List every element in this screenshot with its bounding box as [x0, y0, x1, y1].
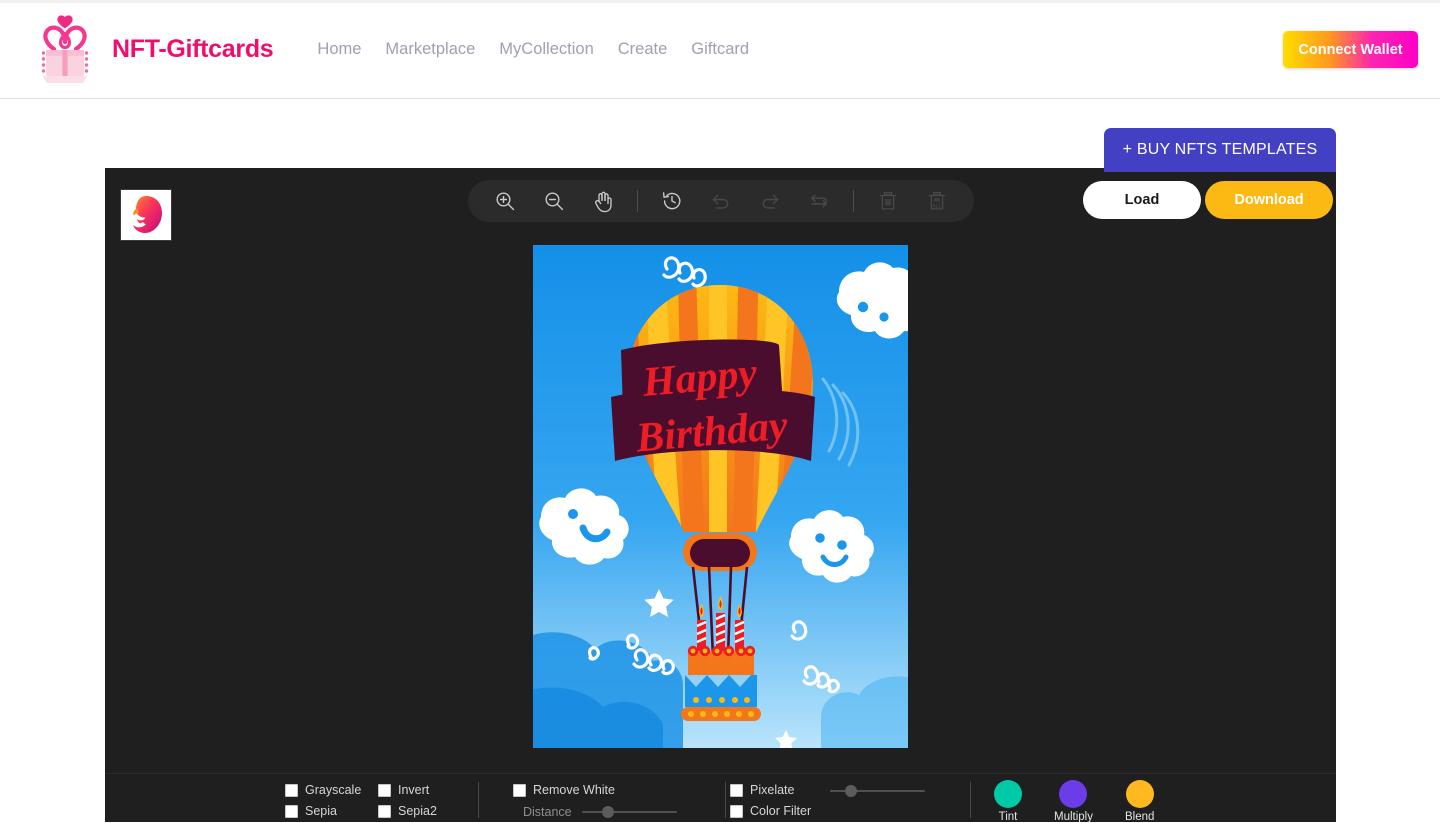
zoom-out-icon[interactable] [539, 186, 569, 216]
color-filter-label: Color Filter [750, 804, 812, 818]
basic-filters-group: Grayscale Sepia Invert Sepia2 [105, 774, 479, 823]
blend-mode-multiply[interactable]: Multiply [1054, 780, 1093, 823]
tint-label: Tint [998, 811, 1018, 823]
toolbar-separator-2 [853, 190, 854, 212]
blend-label: Blend [1124, 811, 1155, 823]
nav-item-mycollection[interactable]: MyCollection [499, 40, 593, 59]
remove-white-label: Remove White [533, 783, 615, 797]
filter-remove-white[interactable]: Remove White [513, 783, 615, 797]
trash-all-icon: ALL [922, 186, 952, 216]
filter-sepia2[interactable]: Sepia2 [378, 804, 437, 818]
toolbar-separator-1 [637, 190, 638, 212]
filter-color[interactable]: Color Filter [730, 804, 811, 818]
multiply-label: Multiply [1054, 811, 1093, 823]
invert-label: Invert [398, 783, 430, 797]
filter-pixelate[interactable]: Pixelate [730, 783, 794, 797]
header-top-line [0, 0, 1440, 3]
reload-swap-icon [804, 186, 834, 216]
distance-label: Distance [523, 805, 572, 819]
pan-hand-icon[interactable] [588, 186, 618, 216]
filter-sepia[interactable]: Sepia [285, 804, 337, 818]
svg-text:ALL: ALL [932, 204, 942, 210]
editor-toolbar: ALL [468, 180, 974, 222]
blend-mode-group: Tint Multiply Blend [994, 780, 1154, 823]
tint-color-swatch[interactable] [994, 780, 1022, 808]
artwork-canvas[interactable]: Happy Birthday [533, 245, 908, 748]
filter-invert[interactable]: Invert [378, 783, 429, 797]
controls-divider-3 [970, 782, 971, 818]
multiply-color-swatch[interactable] [1059, 780, 1088, 808]
pixelate-slider[interactable] [830, 784, 925, 798]
gift-box-heart-icon [34, 12, 96, 86]
buy-nfts-templates-button[interactable]: + BUY NFTS TEMPLATES [1104, 128, 1336, 172]
trash-icon [873, 186, 903, 216]
sepia2-label: Sepia2 [398, 804, 437, 818]
image-editor-panel: ALL Load Download Happy Birthday Graysca… [105, 168, 1336, 823]
nav-item-home[interactable]: Home [317, 40, 361, 59]
blend-color-swatch[interactable] [1125, 780, 1154, 808]
brand[interactable]: NFT-Giftcards [34, 12, 274, 86]
brand-name: NFT-Giftcards [112, 34, 274, 63]
pixelate-checkbox[interactable] [730, 783, 743, 797]
sepia2-checkbox[interactable] [378, 804, 391, 818]
pixelate-control [830, 784, 925, 798]
grayscale-checkbox[interactable] [285, 783, 298, 797]
pixelate-group: Pixelate Color Filter [725, 774, 990, 823]
undo-icon [706, 186, 736, 216]
redo-icon [755, 186, 785, 216]
site-header: NFT-Giftcards Home Marketplace MyCollect… [0, 0, 1440, 99]
remove-white-group: Remove White Distance [495, 774, 726, 823]
invert-checkbox[interactable] [378, 783, 391, 797]
remove-white-checkbox[interactable] [513, 783, 526, 797]
connect-wallet-button[interactable]: Connect Wallet [1283, 31, 1418, 68]
main-navigation: Home Marketplace MyCollection Create Gif… [317, 40, 749, 59]
layer-thumbnail-rail [105, 168, 191, 773]
sepia-checkbox[interactable] [285, 804, 298, 818]
sepia-label: Sepia [305, 804, 337, 818]
controls-divider-1 [478, 782, 479, 818]
distance-slider-track [581, 811, 677, 813]
nav-item-create[interactable]: Create [618, 40, 668, 59]
grayscale-label: Grayscale [305, 783, 362, 797]
distance-slider-thumb[interactable] [602, 806, 615, 818]
color-filter-checkbox[interactable] [730, 804, 743, 818]
history-reset-icon[interactable] [657, 186, 687, 216]
load-button[interactable]: Load [1083, 181, 1201, 219]
distance-slider[interactable] [581, 805, 677, 819]
layer-thumbnail-lion[interactable] [120, 189, 172, 241]
blend-mode-tint[interactable]: Tint [994, 780, 1022, 823]
filter-grayscale[interactable]: Grayscale [285, 783, 361, 797]
zoom-in-icon[interactable] [490, 186, 520, 216]
distance-control: Distance [523, 805, 677, 819]
pixelate-label: Pixelate [750, 783, 795, 797]
blend-mode-blend[interactable]: Blend [1125, 780, 1154, 823]
filter-controls-bar: Grayscale Sepia Invert Sepia2 Remove Whi… [105, 773, 1336, 823]
nav-item-marketplace[interactable]: Marketplace [385, 40, 475, 59]
pixelate-slider-thumb[interactable] [844, 785, 857, 797]
nav-item-giftcard[interactable]: Giftcard [691, 40, 749, 59]
download-button[interactable]: Download [1205, 181, 1333, 219]
